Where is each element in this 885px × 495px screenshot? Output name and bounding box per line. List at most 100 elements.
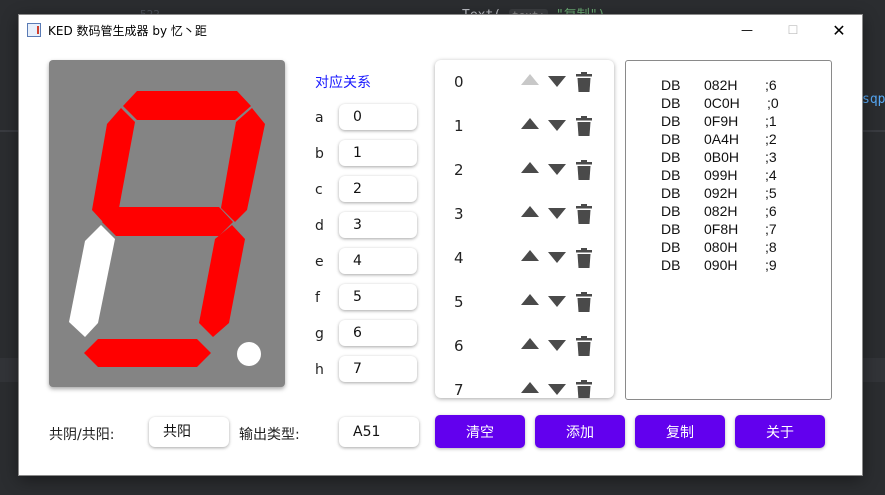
common-mode-label: 共阴/共阳:	[49, 427, 115, 443]
output-hex: 0F9H	[704, 113, 739, 129]
mapping-label: h	[315, 362, 324, 378]
trash-icon[interactable]	[576, 248, 592, 268]
close-button[interactable]: ✕	[816, 15, 862, 45]
output-keyword: DB	[661, 95, 681, 111]
triangle-down-icon[interactable]	[548, 384, 566, 395]
list-item[interactable]: 3	[435, 192, 614, 236]
segment-e[interactable]	[69, 225, 115, 337]
output-keyword: DB	[661, 203, 681, 219]
output-comment: ;2	[765, 131, 777, 147]
common-mode-select[interactable]: 共阳	[149, 417, 229, 447]
output-type-select[interactable]: A51	[339, 417, 419, 447]
triangle-down-icon[interactable]	[548, 76, 566, 87]
triangle-up-icon[interactable]	[521, 382, 539, 393]
output-hex: 0F8H	[704, 221, 739, 237]
mapping-row-d: d 3	[315, 212, 421, 242]
triangle-down-icon[interactable]	[548, 120, 566, 131]
output-keyword: DB	[661, 149, 681, 165]
seven-segment-display	[49, 60, 285, 387]
mapping-row-f: f 5	[315, 284, 421, 314]
add-button[interactable]: 添加	[535, 415, 625, 448]
output-comment: ;0	[767, 95, 779, 111]
segment-c[interactable]	[199, 225, 245, 337]
output-keyword: DB	[661, 221, 681, 237]
output-hex: 0A4H	[704, 131, 740, 147]
triangle-up-icon[interactable]	[521, 206, 539, 217]
list-item[interactable]: 5	[435, 280, 614, 324]
mapping-input-d[interactable]: 3	[339, 212, 417, 238]
list-item[interactable]: 6	[435, 324, 614, 368]
trash-icon[interactable]	[576, 72, 592, 92]
list-item[interactable]: 1	[435, 104, 614, 148]
output-hex: 092H	[704, 185, 738, 201]
trash-icon[interactable]	[576, 336, 592, 356]
title-bar: KED 数码管生成器 by 忆丶距 — ☐ ✕	[19, 15, 862, 45]
output-keyword: DB	[661, 185, 681, 201]
mapping-label: g	[315, 326, 324, 342]
mapping-input-g[interactable]: 6	[339, 320, 417, 346]
list-item-number: 7	[454, 381, 464, 398]
trash-icon[interactable]	[576, 204, 592, 224]
trash-icon[interactable]	[576, 116, 592, 136]
segment-dot[interactable]	[237, 342, 261, 366]
mapping-input-c[interactable]: 2	[339, 176, 417, 202]
mapping-row-a: a 0	[315, 104, 421, 134]
list-item-number: 1	[454, 117, 464, 135]
output-keyword: DB	[661, 167, 681, 183]
mapping-input-f[interactable]: 5	[339, 284, 417, 310]
output-type-label: 输出类型:	[239, 427, 300, 443]
mapping-label: f	[315, 290, 320, 306]
list-item-number: 5	[454, 293, 464, 311]
copy-button[interactable]: 复制	[635, 415, 725, 448]
output-hex: 082H	[704, 77, 738, 93]
output-hex: 0C0H	[704, 95, 740, 111]
triangle-down-icon[interactable]	[548, 252, 566, 263]
triangle-up-icon[interactable]	[521, 250, 539, 261]
mapping-row-e: e 4	[315, 248, 421, 278]
list-item[interactable]: 7	[435, 368, 614, 398]
list-item-number: 2	[454, 161, 464, 179]
output-hex: 090H	[704, 257, 738, 273]
mapping-label: a	[315, 110, 324, 126]
triangle-down-icon[interactable]	[548, 208, 566, 219]
triangle-down-icon[interactable]	[548, 296, 566, 307]
triangle-up-icon[interactable]	[521, 162, 539, 173]
output-comment: ;3	[765, 149, 777, 165]
segment-g[interactable]	[102, 207, 233, 236]
mapping-input-h[interactable]: 7	[339, 356, 417, 382]
mapping-input-b[interactable]: 1	[339, 140, 417, 166]
segment-a[interactable]	[123, 91, 251, 120]
minimize-button[interactable]: —	[724, 15, 770, 45]
output-hex: 0B0H	[704, 149, 740, 165]
clear-button[interactable]: 清空	[435, 415, 525, 448]
output-keyword: DB	[661, 239, 681, 255]
digit-list[interactable]: 0 1 2 3 4 5 6 7	[435, 60, 614, 398]
triangle-up-icon[interactable]	[521, 294, 539, 305]
output-keyword: DB	[661, 131, 681, 147]
mapping-input-a[interactable]: 0	[339, 104, 417, 130]
triangle-up-icon[interactable]	[521, 338, 539, 349]
mapping-input-e[interactable]: 4	[339, 248, 417, 274]
trash-icon[interactable]	[576, 292, 592, 312]
maximize-button[interactable]: ☐	[770, 15, 816, 45]
list-item[interactable]: 0	[435, 60, 614, 104]
list-item[interactable]: 4	[435, 236, 614, 280]
list-item[interactable]: 2	[435, 148, 614, 192]
triangle-up-icon[interactable]	[521, 118, 539, 129]
output-comment: ;7	[765, 221, 777, 237]
segment-d[interactable]	[84, 339, 211, 367]
trash-icon[interactable]	[576, 160, 592, 180]
segment-f[interactable]	[92, 108, 135, 222]
list-item-number: 6	[454, 337, 464, 355]
trash-icon[interactable]	[576, 380, 592, 398]
triangle-down-icon[interactable]	[548, 340, 566, 351]
list-item-number: 0	[454, 73, 464, 91]
output-comment: ;4	[765, 167, 777, 183]
mapping-label: d	[315, 218, 324, 234]
triangle-down-icon[interactable]	[548, 164, 566, 175]
mapping-label: b	[315, 146, 324, 162]
about-button[interactable]: 关于	[735, 415, 825, 448]
mapping-title: 对应关系	[315, 75, 371, 91]
output-textarea[interactable]: DB 082H ;6 DB 0C0H ;0 DB 0F9H ;1 DB 0A4H ;2 DB 0B…	[625, 60, 832, 400]
segment-b[interactable]	[221, 108, 265, 222]
